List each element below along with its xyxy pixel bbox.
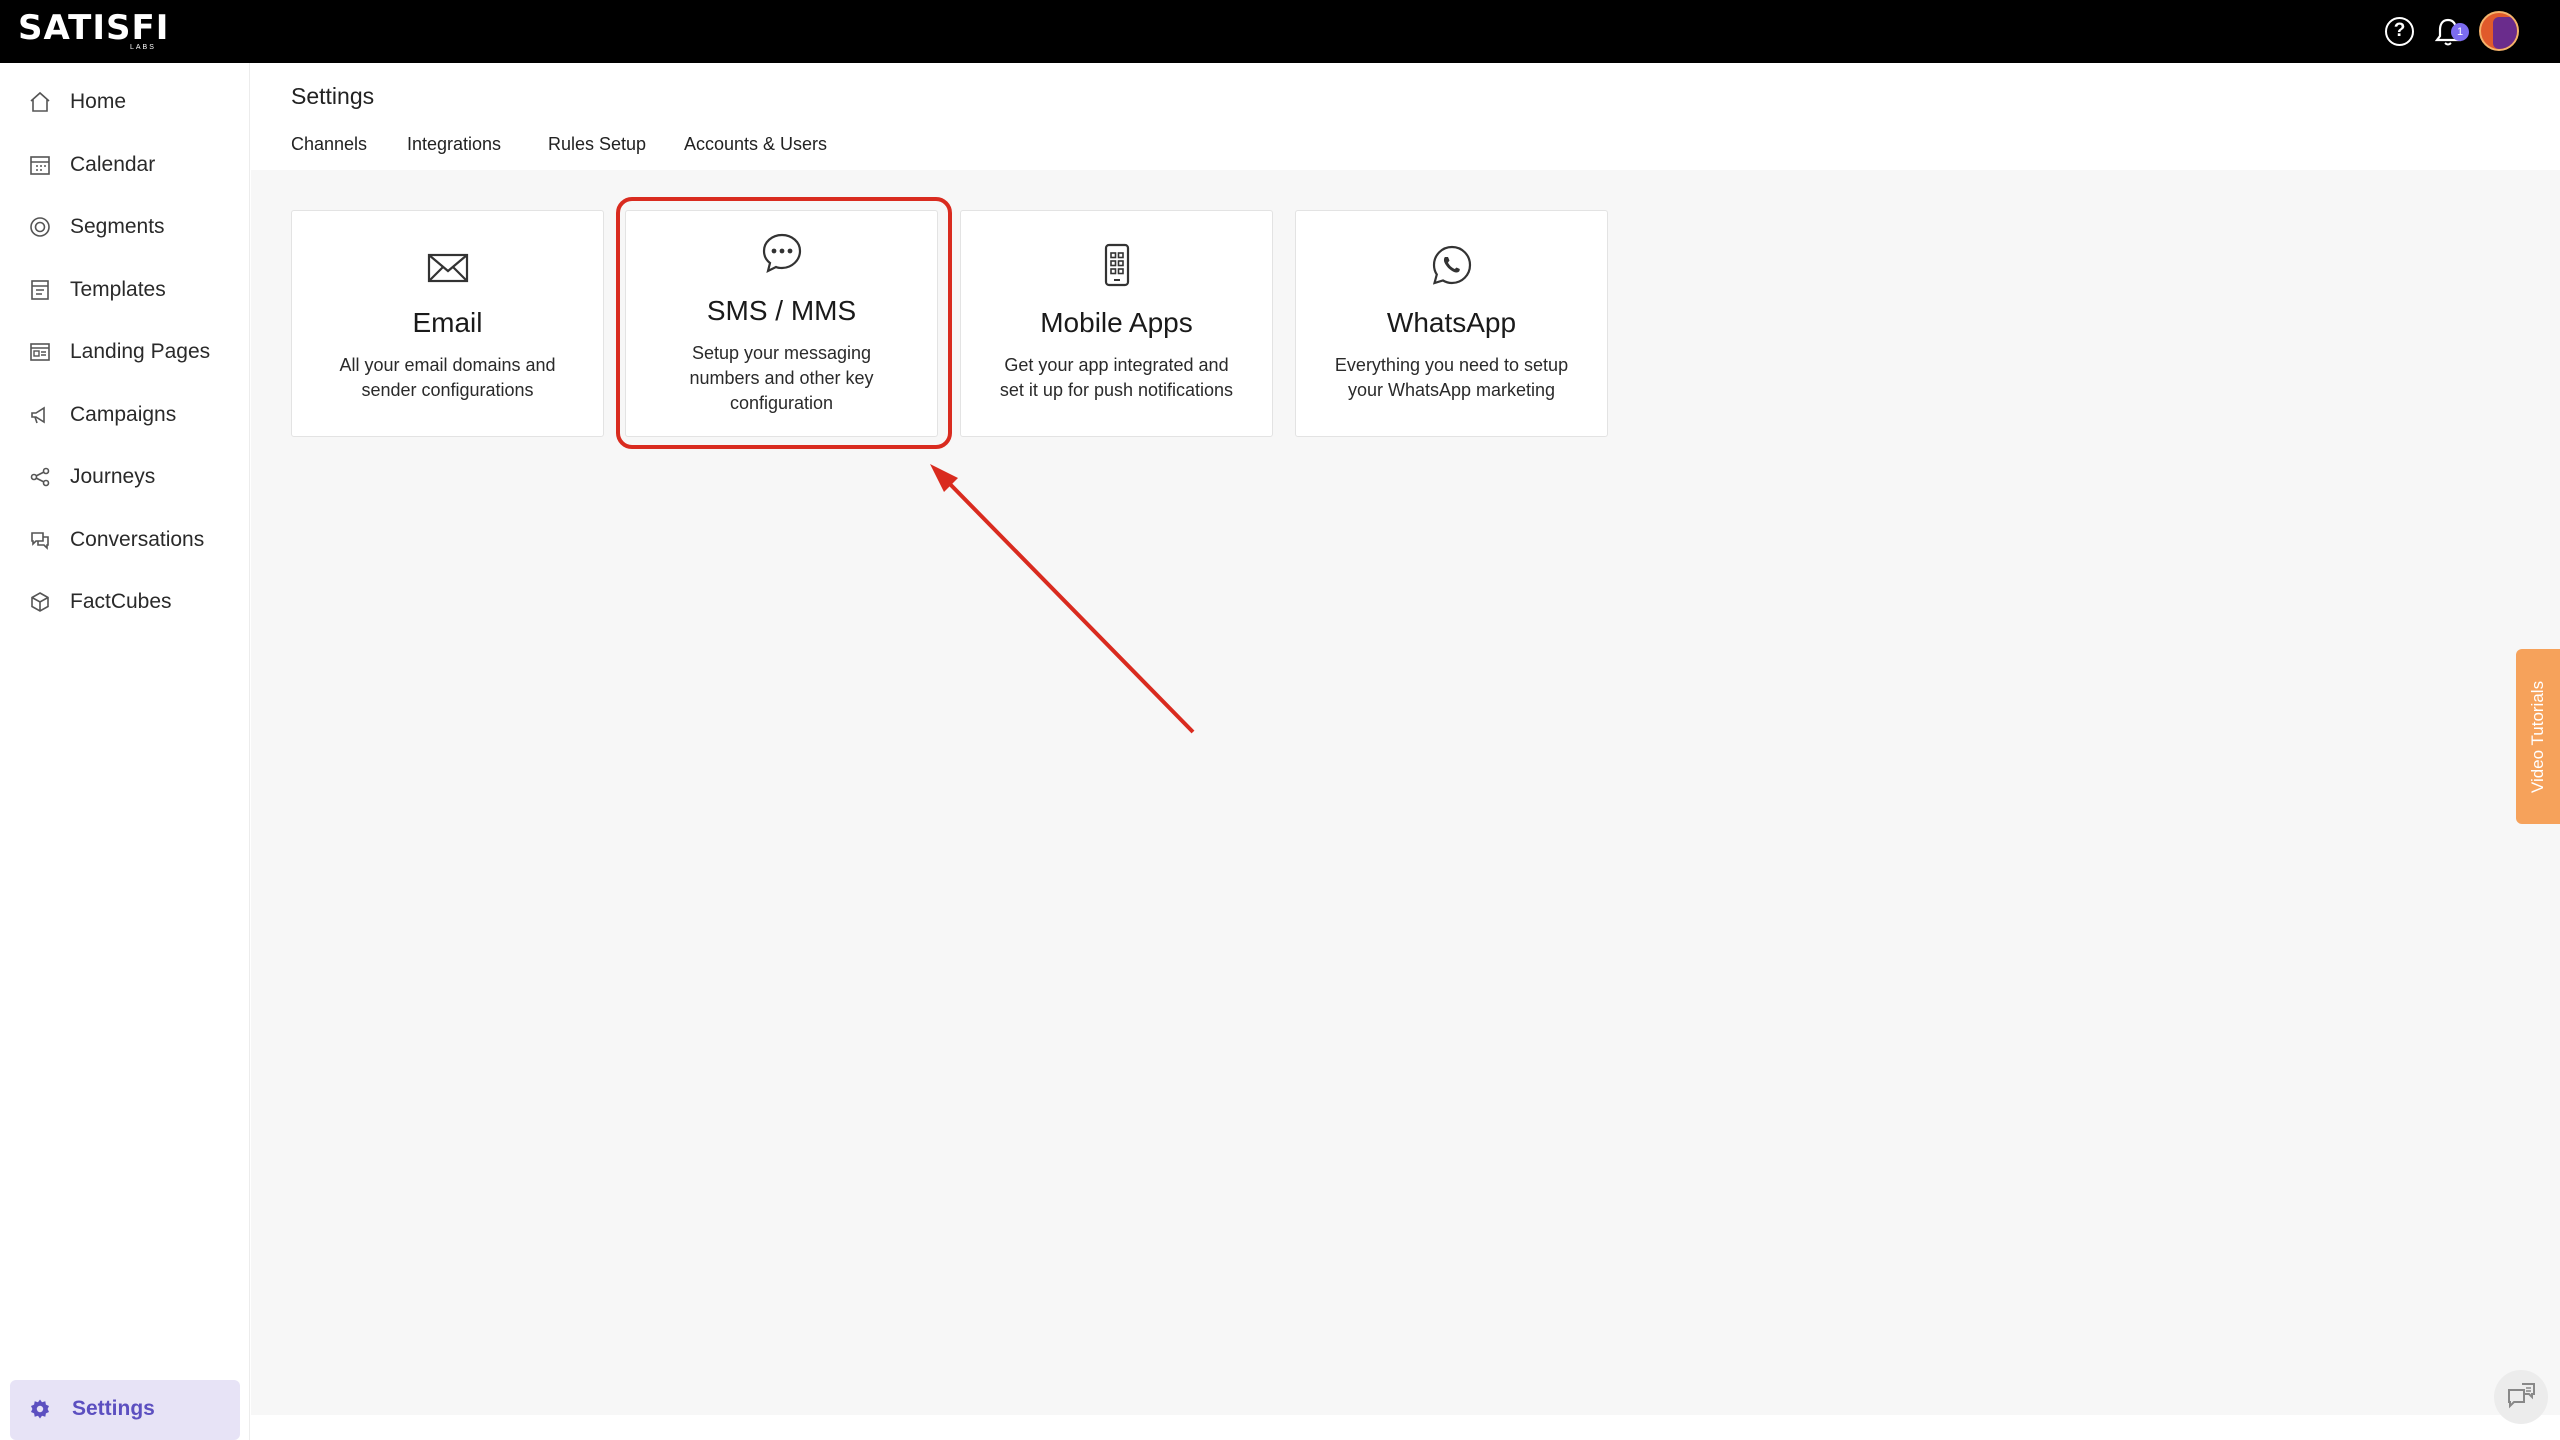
card-description: Get your app integrated and set it up fo… xyxy=(999,355,1234,400)
video-tutorials-tab[interactable]: Video Tutorials xyxy=(2516,649,2560,824)
sidebar-item-settings[interactable]: Settings xyxy=(10,1380,240,1440)
video-tutorials-label: Video Tutorials xyxy=(2528,680,2547,793)
segments-icon xyxy=(30,217,50,237)
top-bar: SATISFI LABS ? 1 xyxy=(0,0,2560,63)
card-title: Mobile Apps xyxy=(1040,307,1193,338)
sidebar-item-label: FactCubes xyxy=(70,590,172,613)
sidebar-item-label: Templates xyxy=(70,278,166,301)
logo-text: SATISFI xyxy=(18,8,170,48)
sidebar-item-templates[interactable]: Templates xyxy=(0,264,250,316)
page-title: Settings xyxy=(291,83,375,109)
tab-channels[interactable]: Channels xyxy=(291,134,367,155)
footer-strip xyxy=(251,1415,2560,1440)
sidebar-item-calendar[interactable]: Calendar xyxy=(0,139,250,191)
landing-pages-icon xyxy=(30,343,50,361)
user-avatar[interactable] xyxy=(2479,11,2519,51)
help-icon[interactable]: ? xyxy=(2385,17,2414,46)
gear-icon xyxy=(31,1399,49,1419)
sidebar-item-label: Home xyxy=(70,90,127,113)
sidebar-item-label: Settings xyxy=(72,1397,155,1420)
channel-card-whatsapp[interactable]: WhatsApp Everything you need to setup yo… xyxy=(1295,210,1608,437)
conversations-icon xyxy=(31,532,49,550)
share-icon xyxy=(30,467,50,487)
tab-accounts-users[interactable]: Accounts & Users xyxy=(684,134,827,155)
sidebar-item-label: Conversations xyxy=(70,528,205,551)
sidebar-item-landing-pages[interactable]: Landing Pages xyxy=(0,326,250,378)
home-icon xyxy=(30,91,50,112)
sidebar-item-conversations[interactable]: Conversations xyxy=(0,514,250,566)
sidebar-item-label: Journeys xyxy=(70,465,156,488)
megaphone-icon xyxy=(31,406,45,424)
logo-subtext: LABS xyxy=(130,44,156,51)
sidebar-item-label: Landing Pages xyxy=(70,340,211,363)
sidebar: Home Calendar Segments Templates Landing… xyxy=(0,63,250,1440)
notification-badge: 1 xyxy=(2451,23,2469,41)
card-title: Email xyxy=(412,307,483,338)
card-description: All your email domains and sender config… xyxy=(339,355,556,400)
satisfi-logo[interactable]: SATISFI LABS xyxy=(18,10,169,54)
sidebar-item-campaigns[interactable]: Campaigns xyxy=(0,389,250,441)
card-description: Everything you need to setup your WhatsA… xyxy=(1334,355,1569,400)
channel-card-email[interactable]: Email All your email domains and sender … xyxy=(291,210,604,437)
mobile-app-icon xyxy=(1104,243,1129,287)
templates-icon xyxy=(31,280,49,300)
chat-assistant-button[interactable] xyxy=(2494,1370,2548,1424)
sidebar-item-label: Segments xyxy=(70,215,165,238)
sidebar-item-label: Calendar xyxy=(70,153,156,176)
sidebar-item-factcubes[interactable]: FactCubes xyxy=(0,576,250,628)
envelope-icon xyxy=(427,253,468,283)
sidebar-item-journeys[interactable]: Journeys xyxy=(0,451,250,503)
page-header: Settings Channels Integrations Rules Set… xyxy=(251,63,2560,170)
sidebar-item-home[interactable]: Home xyxy=(0,76,250,128)
tab-integrations[interactable]: Integrations xyxy=(407,134,501,155)
cube-icon xyxy=(31,592,49,612)
highlight-box xyxy=(616,197,952,449)
channel-card-mobile-apps[interactable]: Mobile Apps Get your app integrated and … xyxy=(960,210,1273,437)
whatsapp-icon xyxy=(1432,245,1471,285)
card-title: WhatsApp xyxy=(1386,307,1517,338)
tab-rules-setup[interactable]: Rules Setup xyxy=(548,134,646,155)
sidebar-item-label: Campaigns xyxy=(70,403,177,426)
ai-chat-icon xyxy=(2508,1383,2535,1409)
sidebar-item-segments[interactable]: Segments xyxy=(0,201,250,253)
calendar-icon xyxy=(30,156,50,175)
